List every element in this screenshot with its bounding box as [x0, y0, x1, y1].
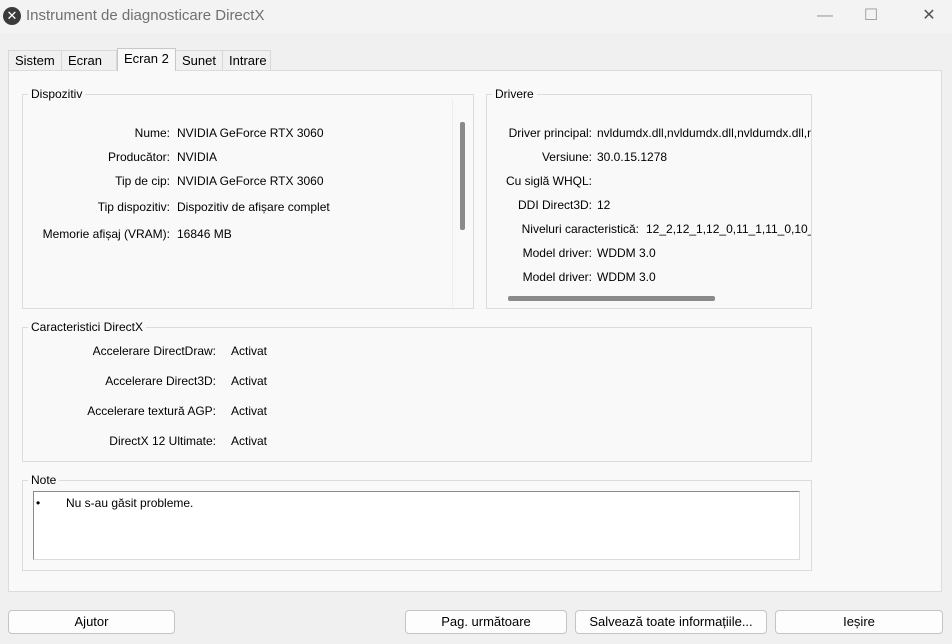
- tab-label: Intrare: [229, 53, 267, 68]
- tab-label: Sistem: [15, 53, 55, 68]
- device-type-label: Tip dispozitiv:: [97, 200, 170, 214]
- driver-model-value-2: WDDM 3.0: [597, 270, 656, 284]
- driver-main-label: Driver principal:: [508, 126, 592, 140]
- device-manufacturer-value: NVIDIA: [177, 150, 218, 164]
- tab-sistem[interactable]: Sistem: [8, 50, 62, 70]
- driver-model-value: WDDM 3.0: [597, 246, 656, 260]
- dx12-ultimate-value: Activat: [231, 434, 268, 448]
- exit-button[interactable]: Ieșire: [775, 610, 943, 634]
- driver-model-label-2: Model driver:: [522, 270, 592, 284]
- device-manufacturer-label: Producător:: [107, 150, 170, 164]
- device-group-title: Dispozitiv: [28, 87, 86, 101]
- help-button[interactable]: Ajutor: [8, 610, 175, 634]
- directdraw-label: Accelerare DirectDraw:: [92, 344, 216, 358]
- maximize-button[interactable]: ☐: [848, 0, 894, 32]
- agp-texture-label: Accelerare textură AGP:: [87, 404, 216, 418]
- close-button[interactable]: ✕: [906, 0, 952, 32]
- note-bullet: •: [36, 496, 41, 510]
- device-vram-value: 16846 MB: [177, 227, 232, 241]
- note-item: Nu s-au găsit probleme.: [66, 496, 194, 510]
- driver-version-value: 30.0.15.1278: [597, 150, 668, 164]
- tab-ecran-1[interactable]: Ecran 1: [61, 50, 117, 88]
- drivers-group-title: Drivere: [492, 87, 537, 101]
- driver-feature-levels-value: 12_2,12_1,12_0,11_1,11_0,10_1,10_0: [646, 222, 811, 236]
- driver-model-label: Model driver:: [522, 246, 592, 260]
- tab-intrare[interactable]: Intrare: [222, 50, 271, 70]
- agp-texture-value: Activat: [231, 404, 268, 418]
- direct3d-value: Activat: [231, 374, 268, 388]
- driver-feature-levels-label: Niveluri caracteristică:: [521, 222, 639, 236]
- tab-label: Sunet: [182, 53, 216, 68]
- dx12-ultimate-label: DirectX 12 Ultimate:: [109, 434, 216, 448]
- notes-title: Note: [28, 473, 60, 487]
- save-all-information-button[interactable]: Salvează toate informațiile...: [575, 610, 767, 634]
- tab-ecran-2[interactable]: Ecran 2: [117, 48, 176, 71]
- driver-ddi-value: 12: [597, 198, 611, 212]
- device-type-value: Dispozitiv de afișare complet: [177, 200, 330, 214]
- device-chip-type-label: Tip de cip:: [115, 174, 170, 188]
- title-bar: ✕ Instrument de diagnosticare DirectX — …: [0, 0, 952, 33]
- next-page-button[interactable]: Pag. următoare: [405, 610, 567, 634]
- device-vram-label: Memorie afișaj (VRAM):: [42, 227, 170, 241]
- device-chip-type-value: NVIDIA GeForce RTX 3060: [177, 174, 324, 188]
- driver-whql-label: Cu siglă WHQL:: [505, 174, 592, 188]
- driver-version-label: Versiune:: [541, 150, 592, 164]
- directx-features-title: Caracteristici DirectX: [28, 320, 147, 334]
- driver-ddi-label: DDI Direct3D:: [517, 198, 592, 212]
- direct3d-label: Accelerare Direct3D:: [105, 374, 216, 388]
- device-scrollbar-thumb[interactable]: [460, 122, 465, 230]
- directdraw-value: Activat: [231, 344, 268, 358]
- drivers-scrollbar-thumb[interactable]: [508, 296, 715, 301]
- tab-label: Ecran 2: [124, 51, 169, 66]
- directx-icon: ✕: [3, 7, 21, 25]
- window-title: Instrument de diagnosticare DirectX: [26, 7, 265, 24]
- driver-main-value: nvldumdx.dll,nvldumdx.dll,nvldumdx.dll,n…: [597, 126, 811, 140]
- device-name-value: NVIDIA GeForce RTX 3060: [177, 126, 324, 140]
- tab-sunet[interactable]: Sunet: [175, 50, 223, 70]
- minimize-button[interactable]: —: [802, 0, 848, 32]
- device-name-label: Nume:: [134, 126, 170, 140]
